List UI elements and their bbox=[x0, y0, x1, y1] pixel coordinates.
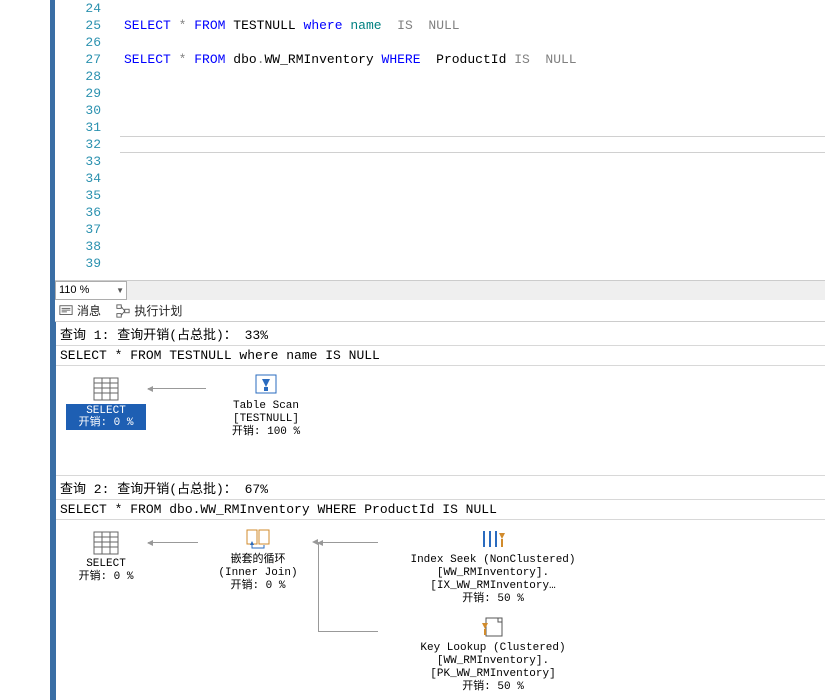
code-line[interactable] bbox=[120, 34, 825, 51]
code-line-current[interactable] bbox=[120, 136, 825, 153]
line-number: 39 bbox=[59, 255, 107, 272]
chevron-down-icon: ▼ bbox=[116, 282, 126, 299]
plan-arrow bbox=[148, 542, 198, 543]
tab-execution-plan[interactable]: 执行计划 bbox=[112, 300, 190, 321]
line-number: 24 bbox=[59, 0, 107, 17]
query2-cost-header: 查询 2: 查询开销(占总批)： 67% bbox=[56, 476, 825, 500]
line-number: 25 bbox=[59, 17, 107, 34]
code-line[interactable] bbox=[120, 170, 825, 187]
plan-node-cost: 开销: 50 % bbox=[378, 593, 608, 606]
code-line[interactable] bbox=[120, 153, 825, 170]
code-line[interactable] bbox=[120, 119, 825, 136]
plan-node-sub: (Inner Join) bbox=[198, 567, 318, 580]
plan-node-object: [WW_RMInventory].[PK_WW_RMInventory] bbox=[378, 655, 608, 681]
select-result-icon bbox=[91, 530, 121, 556]
plan-arrow bbox=[148, 388, 206, 389]
plan-node-nested-loops[interactable]: 嵌套的循环 (Inner Join) 开销: 0 % bbox=[198, 526, 318, 593]
zoom-bar: 110 % ▼ bbox=[55, 280, 825, 300]
key-lookup-icon bbox=[478, 614, 508, 640]
tab-label: 执行计划 bbox=[134, 302, 182, 319]
zoom-value: 110 % bbox=[59, 282, 89, 299]
line-number: 36 bbox=[59, 204, 107, 221]
nested-loops-icon bbox=[243, 526, 273, 552]
line-number: 37 bbox=[59, 221, 107, 238]
code-editor[interactable]: SELECT * FROM TESTNULL where name IS NUL… bbox=[120, 0, 825, 272]
index-seek-icon bbox=[478, 526, 508, 552]
line-number: 30 bbox=[59, 102, 107, 119]
plan-node-select[interactable]: SELECT 开销: 0 % bbox=[66, 376, 146, 430]
query1-sql-header: SELECT * FROM TESTNULL where name IS NUL… bbox=[56, 346, 825, 366]
code-line[interactable]: SELECT * FROM dbo.WW_RMInventory WHERE P… bbox=[120, 51, 825, 68]
code-gutter: 24 25 26 27 28 29 30 31 32 33 34 35 36 3… bbox=[59, 0, 107, 272]
line-number: 26 bbox=[59, 34, 107, 51]
zoom-dropdown[interactable]: 110 % ▼ bbox=[55, 281, 127, 300]
plan-node-select[interactable]: SELECT 开销: 0 % bbox=[66, 530, 146, 584]
line-number: 38 bbox=[59, 238, 107, 255]
code-line[interactable] bbox=[120, 238, 825, 255]
code-line[interactable] bbox=[120, 0, 825, 17]
plan-node-label: Table Scan bbox=[206, 400, 326, 413]
plan-node-table-scan[interactable]: Table Scan [TESTNULL] 开销: 100 % bbox=[206, 372, 326, 439]
results-tabs: 消息 执行计划 bbox=[55, 300, 825, 322]
code-line[interactable] bbox=[120, 85, 825, 102]
code-line[interactable] bbox=[120, 68, 825, 85]
plan-arrow-elbow bbox=[318, 542, 378, 632]
code-line[interactable] bbox=[120, 102, 825, 119]
plan-node-cost: 开销: 50 % bbox=[378, 681, 608, 694]
plan-arrowhead bbox=[312, 539, 318, 545]
query1-plan-canvas[interactable]: SELECT 开销: 0 % Table Scan [TESTNULL] 开销:… bbox=[56, 366, 825, 476]
plan-node-cost: 开销: 100 % bbox=[206, 426, 326, 439]
plan-node-object: [TESTNULL] bbox=[206, 413, 326, 426]
query2-sql-header: SELECT * FROM dbo.WW_RMInventory WHERE P… bbox=[56, 500, 825, 520]
plan-node-label: Key Lookup (Clustered) bbox=[378, 642, 608, 655]
messages-icon bbox=[59, 304, 73, 318]
plan-node-label: Index Seek (NonClustered) bbox=[378, 554, 608, 567]
line-number: 28 bbox=[59, 68, 107, 85]
plan-node-label: SELECT 开销: 0 % bbox=[66, 404, 146, 430]
line-number: 34 bbox=[59, 170, 107, 187]
code-line[interactable] bbox=[120, 204, 825, 221]
plan-node-index-seek[interactable]: Index Seek (NonClustered) [WW_RMInventor… bbox=[378, 526, 608, 606]
line-number: 27 bbox=[59, 51, 107, 68]
line-number: 31 bbox=[59, 119, 107, 136]
plan-node-label: 嵌套的循环 bbox=[198, 554, 318, 567]
line-number: 33 bbox=[59, 153, 107, 170]
tab-messages[interactable]: 消息 bbox=[55, 300, 109, 321]
code-line[interactable] bbox=[120, 221, 825, 238]
tab-label: 消息 bbox=[77, 302, 101, 319]
line-number: 35 bbox=[59, 187, 107, 204]
line-number: 29 bbox=[59, 85, 107, 102]
execution-plan-icon bbox=[116, 304, 130, 318]
plan-node-label: SELECT bbox=[66, 558, 146, 571]
plan-node-cost: 开销: 0 % bbox=[66, 571, 146, 584]
query2-plan-canvas[interactable]: SELECT 开销: 0 % 嵌套的循环 (Inner Join) 开销: 0 … bbox=[56, 520, 825, 700]
execution-plan-pane: 查询 1: 查询开销(占总批)： 33% SELECT * FROM TESTN… bbox=[55, 322, 825, 700]
plan-node-object: [WW_RMInventory].[IX_WW_RMInventory… bbox=[378, 567, 608, 593]
query1-cost-header: 查询 1: 查询开销(占总批)： 33% bbox=[56, 322, 825, 346]
select-result-icon bbox=[91, 376, 121, 402]
line-number: 32 bbox=[59, 136, 107, 153]
plan-node-key-lookup[interactable]: Key Lookup (Clustered) [WW_RMInventory].… bbox=[378, 614, 608, 694]
table-scan-icon bbox=[251, 372, 281, 398]
code-line[interactable] bbox=[120, 187, 825, 204]
plan-node-cost: 开销: 0 % bbox=[198, 580, 318, 593]
code-line[interactable]: SELECT * FROM TESTNULL where name IS NUL… bbox=[120, 17, 825, 34]
code-line[interactable] bbox=[120, 255, 825, 272]
